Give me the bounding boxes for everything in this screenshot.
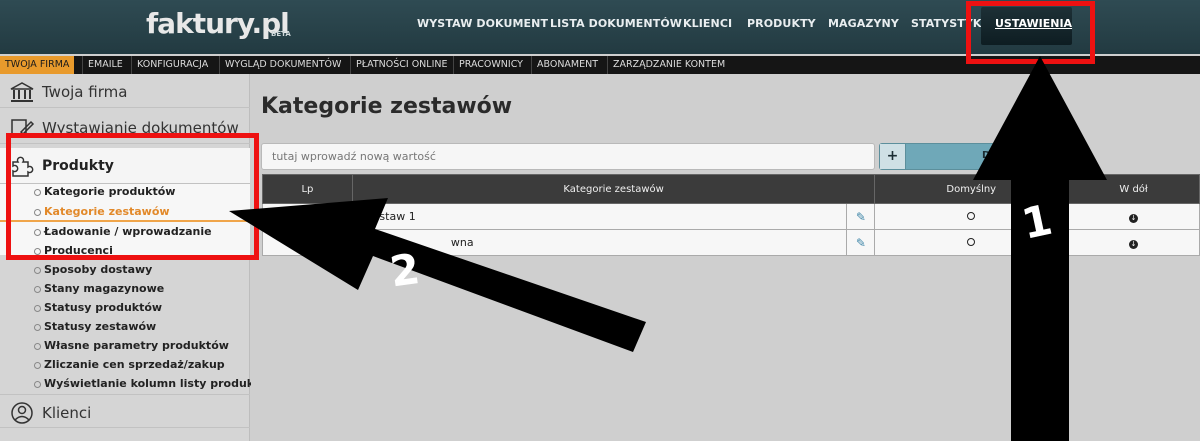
sidebar-item-statusy-zestawow[interactable]: Statusy zestawów bbox=[33, 320, 156, 333]
sidebar-item-zliczanie-cen[interactable]: Zliczanie cen sprzedaż/zakup bbox=[34, 358, 225, 371]
edit-icon[interactable]: ✎ bbox=[846, 203, 876, 230]
move-down-icon[interactable]: ↓ bbox=[1067, 229, 1200, 256]
header-kategorie: Kategorie zestawów bbox=[351, 174, 876, 204]
sidebar-section-twoja-firma[interactable]: Twoja firma bbox=[0, 74, 250, 108]
nav-lista-dokumentow[interactable]: LISTA DOKUMENTÓW bbox=[550, 17, 682, 30]
move-down-icon[interactable]: ↓ bbox=[1067, 203, 1200, 230]
subnav-platnosci-online[interactable]: PŁATNOŚCI ONLINE bbox=[350, 56, 453, 74]
sidebar-item-sposoby-dostawy[interactable]: Sposoby dostawy bbox=[33, 263, 152, 276]
categories-table: Lp Kategorie zestawów Domyślny W dół 1 z… bbox=[262, 174, 1200, 256]
main-content: Kategorie zestawów tutaj wprowadź nową w… bbox=[251, 74, 1200, 441]
nav-wystaw-dokument[interactable]: WYSTAW DOKUMENT bbox=[417, 17, 548, 30]
cell-name: zestaw 1 bbox=[351, 203, 848, 230]
app-window: faktury.pl BETA WYSTAW DOKUMENT LISTA DO… bbox=[0, 0, 1200, 441]
logo[interactable]: faktury.pl BETA bbox=[146, 7, 291, 40]
table-row: 1 zestaw 1 ✎ ↓ bbox=[262, 203, 1200, 230]
table-header-row: Lp Kategorie zestawów Domyślny W dół bbox=[262, 174, 1200, 204]
default-radio[interactable] bbox=[874, 229, 1069, 256]
header-lp: Lp bbox=[262, 174, 353, 204]
user-icon bbox=[11, 402, 33, 424]
plus-icon: + bbox=[880, 144, 906, 169]
sidebar-item-wyswietlanie-kolumn[interactable]: Wyświetlanie kolumn listy produktów bbox=[33, 377, 277, 390]
sidebar-item-stany-magazynowe[interactable]: Stany magazynowe bbox=[33, 282, 164, 295]
subnav-zarzadzanie-kontem[interactable]: ZARZĄDZANIE KONTEM bbox=[607, 56, 730, 74]
highlight-box-settings bbox=[966, 1, 1095, 64]
sidebar-item-statusy-produktow[interactable]: Statusy produktów bbox=[33, 301, 162, 314]
subnav-konfiguracja[interactable]: KONFIGURACJA bbox=[131, 56, 213, 74]
add-button-label: Doda bbox=[982, 150, 1012, 161]
cell-lp: 1 bbox=[262, 203, 353, 230]
page-title: Kategorie zestawów bbox=[261, 94, 513, 119]
nav-magazyny[interactable]: MAGAZYNY bbox=[828, 17, 899, 30]
edit-icon[interactable]: ✎ bbox=[846, 229, 876, 256]
building-icon bbox=[10, 82, 34, 102]
sidebar-label-klienci: Klienci bbox=[42, 404, 92, 422]
add-button[interactable]: + Doda bbox=[879, 143, 1087, 170]
header-w-dol: W dół bbox=[1067, 174, 1200, 204]
cell-lp bbox=[262, 229, 353, 256]
logo-text: faktury.pl bbox=[146, 7, 290, 40]
highlight-box-produkty bbox=[6, 133, 259, 260]
default-radio[interactable] bbox=[874, 203, 1069, 230]
nav-klienci[interactable]: KLIENCI bbox=[683, 17, 732, 30]
subnav-emaile[interactable]: EMAILE bbox=[82, 56, 128, 74]
cell-name: wna bbox=[351, 229, 848, 256]
subnav-abonament[interactable]: ABONAMENT bbox=[531, 56, 603, 74]
nav-produkty[interactable]: PRODUKTY bbox=[747, 17, 816, 30]
table-row: wna ✎ ↓ bbox=[262, 229, 1200, 256]
beta-badge: BETA bbox=[271, 30, 291, 38]
subnav-twoja-firma[interactable]: TWOJA FIRMA bbox=[0, 56, 75, 74]
header-domyslny: Domyślny bbox=[874, 174, 1069, 204]
subnav-pracownicy[interactable]: PRACOWNICY bbox=[453, 56, 528, 74]
new-value-input[interactable]: tutaj wprowadź nową wartość bbox=[261, 143, 875, 170]
sidebar-label-twoja-firma: Twoja firma bbox=[42, 83, 128, 101]
subnav-wyglad-dokumentow[interactable]: WYGLĄD DOKUMENTÓW bbox=[219, 56, 346, 74]
sidebar-item-wlasne-parametry[interactable]: Własne parametry produktów bbox=[34, 339, 229, 352]
sidebar-section-klienci[interactable]: Klienci bbox=[0, 394, 250, 428]
